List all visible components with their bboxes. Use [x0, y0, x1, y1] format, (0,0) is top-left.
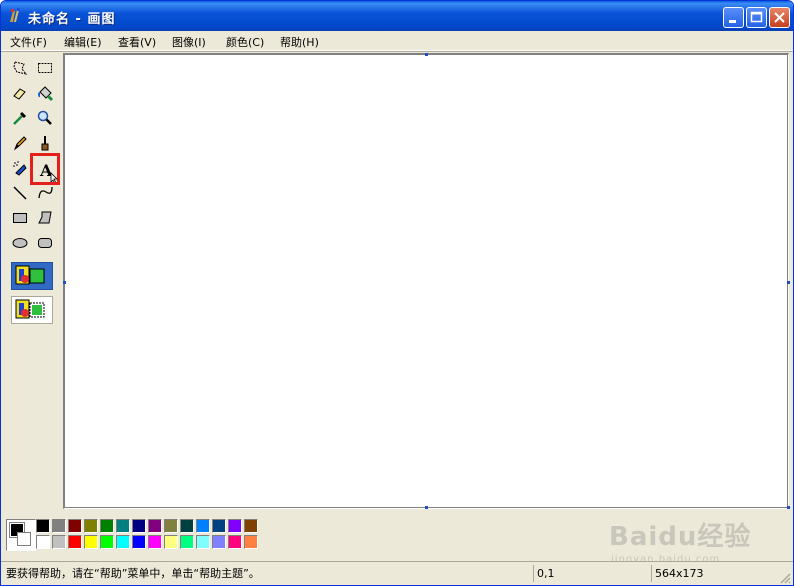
paint-app-icon: [10, 8, 20, 22]
palette-swatch[interactable]: [84, 519, 98, 533]
status-bar: 要获得帮助，请在“帮助”菜单中，单击“帮助主题”。 0,1 564x173: [1, 561, 793, 585]
tool-rectangle[interactable]: [9, 207, 31, 229]
resize-handle-corner[interactable]: [787, 506, 790, 509]
status-canvas-size: 564x173: [651, 565, 775, 582]
background-color: [17, 532, 31, 546]
fill-bucket-icon: [38, 86, 54, 102]
palette-swatch[interactable]: [164, 535, 178, 549]
drawing-canvas[interactable]: [65, 55, 787, 507]
menu-edit[interactable]: 编辑(E): [64, 34, 102, 50]
palette-swatch[interactable]: [132, 519, 146, 533]
palette-swatch[interactable]: [180, 535, 194, 549]
palette-swatch[interactable]: [68, 535, 82, 549]
palette-swatch[interactable]: [212, 519, 226, 533]
palette-swatch[interactable]: [228, 519, 242, 533]
tool-brush[interactable]: [34, 132, 56, 154]
rectangle-icon: [13, 213, 27, 223]
close-button[interactable]: [769, 7, 790, 28]
menu-image[interactable]: 图像(I): [172, 34, 206, 50]
menu-file[interactable]: 文件(F): [10, 34, 47, 50]
tool-airbrush[interactable]: [9, 157, 31, 179]
maximize-icon: [750, 11, 763, 23]
palette-swatch[interactable]: [180, 519, 194, 533]
tool-curve[interactable]: [34, 182, 56, 204]
tool-ellipse[interactable]: [9, 232, 31, 254]
ellipse-icon: [12, 238, 28, 248]
minimize-icon: [729, 20, 736, 23]
palette-swatch[interactable]: [228, 535, 242, 549]
status-help-text: 要获得帮助，请在“帮助”菜单中，单击“帮助主题”。: [6, 567, 260, 580]
pencil-icon: [13, 136, 27, 151]
eyedropper-icon: [13, 111, 27, 125]
tool-magnifier[interactable]: [34, 107, 56, 129]
tool-pencil[interactable]: [9, 132, 31, 154]
palette-swatch[interactable]: [36, 535, 50, 549]
palette-swatch[interactable]: [244, 519, 258, 533]
maximize-button[interactable]: [746, 7, 767, 28]
resize-handle-top: [425, 53, 428, 56]
magnifier-icon: [37, 110, 52, 125]
palette-swatch[interactable]: [100, 519, 114, 533]
close-icon: [774, 12, 785, 23]
resize-handle-bottom[interactable]: [425, 506, 428, 509]
toolbox: A: [1, 52, 60, 509]
opaque-background-icon: [15, 265, 45, 285]
resize-handle-left: [63, 281, 66, 284]
tool-select[interactable]: [34, 57, 56, 79]
palette-swatch[interactable]: [36, 519, 50, 533]
title-bar[interactable]: 未命名 - 画图: [1, 1, 793, 31]
polygon-icon: [38, 211, 52, 224]
palette-swatch[interactable]: [148, 519, 162, 533]
option-transparent-background[interactable]: [11, 296, 53, 324]
palette-swatch[interactable]: [52, 535, 66, 549]
palette-swatch[interactable]: [164, 519, 178, 533]
palette-swatch[interactable]: [212, 535, 226, 549]
palette-swatch[interactable]: [68, 519, 82, 533]
watermark-brand: Baidu经验: [609, 522, 752, 552]
palette-swatch[interactable]: [132, 535, 146, 549]
transparent-background-icon: [15, 299, 45, 319]
eraser-icon: [13, 88, 26, 100]
resize-handle-right[interactable]: [787, 281, 790, 284]
palette-swatch[interactable]: [116, 535, 130, 549]
palette-swatch[interactable]: [196, 519, 210, 533]
palette-swatch[interactable]: [84, 535, 98, 549]
tool-eraser[interactable]: [9, 82, 31, 104]
palette-swatch[interactable]: [100, 535, 114, 549]
menu-view[interactable]: 查看(V): [118, 34, 156, 50]
palette-swatch[interactable]: [52, 519, 66, 533]
tool-rounded-rectangle[interactable]: [34, 232, 56, 254]
rounded-rect-icon: [38, 238, 52, 248]
paint-window: 未命名 - 画图 文件(F) 编辑(E) 查看(V) 图像(I) 颜色(C) 帮…: [0, 0, 794, 586]
current-colors: [6, 519, 36, 551]
brush-icon: [41, 136, 49, 151]
menu-colors[interactable]: 颜色(C): [226, 34, 264, 50]
menu-help[interactable]: 帮助(H): [280, 34, 319, 50]
rect-select-icon: [38, 63, 52, 73]
palette-swatch[interactable]: [148, 535, 162, 549]
menu-bar: 文件(F) 编辑(E) 查看(V) 图像(I) 颜色(C) 帮助(H): [1, 31, 793, 51]
curve-icon: [38, 186, 53, 199]
minimize-button[interactable]: [723, 7, 744, 28]
tool-text[interactable]: A: [30, 153, 60, 185]
line-icon: [13, 186, 27, 200]
tool-line[interactable]: [9, 182, 31, 204]
resize-grip-icon[interactable]: [779, 572, 791, 584]
text-tool-icon: A: [39, 161, 58, 182]
canvas-frame: [63, 53, 789, 509]
palette-swatch[interactable]: [244, 535, 258, 549]
airbrush-icon: [13, 161, 27, 176]
palette-swatch[interactable]: [196, 535, 210, 549]
tool-polygon[interactable]: [34, 207, 56, 229]
palette-swatch[interactable]: [116, 519, 130, 533]
window-title: 未命名 - 画图: [28, 12, 116, 27]
baidu-watermark: Baidu经验 jingyan.baidu.com: [609, 516, 752, 565]
status-cursor-position: 0,1: [533, 565, 645, 582]
tool-fill-with-color[interactable]: [34, 82, 56, 104]
tool-pick-color[interactable]: [9, 107, 31, 129]
tool-free-form-select[interactable]: [9, 57, 31, 79]
option-opaque-background[interactable]: [11, 262, 53, 290]
free-select-icon: [13, 61, 28, 75]
